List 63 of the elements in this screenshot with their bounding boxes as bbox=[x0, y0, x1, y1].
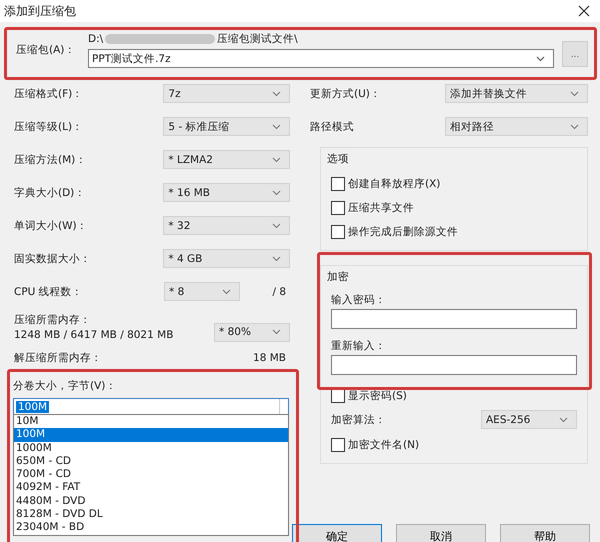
dropdown-option[interactable]: 4480M - DVD bbox=[14, 494, 288, 508]
checkbox-label: 加密文件名(N) bbox=[348, 438, 420, 452]
setting-label: 压缩等级(L)： bbox=[14, 120, 84, 134]
checkbox[interactable] bbox=[331, 225, 345, 239]
reenter-label: 重新输入： bbox=[331, 339, 387, 353]
setting-select[interactable]: * 32 bbox=[163, 216, 290, 235]
method-label: 加密算法： bbox=[331, 412, 386, 426]
setting-label: 字典大小(D)： bbox=[14, 186, 86, 200]
archive-label: 压缩包(A)： bbox=[16, 43, 76, 57]
volume-label: 分卷大小，字节(V)： bbox=[13, 379, 118, 393]
setting-label: 压缩格式(F)： bbox=[14, 86, 84, 100]
dialog-button[interactable]: 帮助 bbox=[500, 524, 590, 542]
dropdown-option[interactable]: 8128M - DVD DL bbox=[14, 508, 288, 522]
reenter-password-field[interactable] bbox=[331, 355, 577, 375]
checkbox[interactable] bbox=[331, 438, 345, 452]
checkbox[interactable] bbox=[331, 201, 345, 215]
browse-button[interactable]: ... bbox=[562, 41, 588, 67]
setting-select[interactable]: * 8 bbox=[164, 282, 240, 301]
setting-label: CPU 线程数： bbox=[14, 284, 84, 298]
memory-reading: 18 MB bbox=[253, 352, 287, 364]
password-label: 输入密码： bbox=[331, 293, 387, 307]
setting-select[interactable]: * 4 GB bbox=[163, 249, 290, 268]
dropdown-option[interactable]: 10M bbox=[14, 415, 288, 428]
window-title: 添加到压缩包 bbox=[4, 2, 76, 20]
setting-select[interactable]: 7z bbox=[163, 84, 290, 103]
ok-button[interactable]: 确定 bbox=[292, 524, 382, 542]
method-select[interactable]: AES-256 bbox=[481, 410, 577, 429]
setting-label: 单词大小(W)： bbox=[14, 218, 89, 232]
memory-detail: 1248 MB / 6417 MB / 8021 MB bbox=[14, 329, 174, 341]
group-title: 选项 bbox=[327, 152, 350, 166]
dialog-button[interactable]: 取消 bbox=[396, 524, 486, 542]
thread-total: / 8 bbox=[272, 286, 287, 298]
setting-label: 压缩方法(M)： bbox=[14, 152, 88, 166]
volume-combobox[interactable]: 100M bbox=[13, 398, 289, 415]
setting-label: 路径模式 bbox=[310, 120, 354, 134]
memory-select[interactable]: * 80% bbox=[214, 322, 290, 342]
archive-combobox[interactable]: PPT测试文件.7z bbox=[88, 49, 554, 68]
setting-label: 固实数据大小： bbox=[14, 252, 92, 266]
setting-label: 解压缩所需内存： bbox=[14, 351, 102, 365]
dropdown-option[interactable]: 100M bbox=[14, 428, 288, 442]
setting-label: 更新方式(U)： bbox=[310, 86, 381, 100]
setting-select[interactable]: * LZMA2 bbox=[163, 150, 290, 169]
group-title: 加密 bbox=[327, 270, 350, 284]
checkbox[interactable] bbox=[331, 389, 345, 403]
dropdown-option[interactable]: 23040M - BD bbox=[14, 521, 288, 535]
dropdown-option[interactable]: 650M - CD bbox=[14, 454, 288, 468]
checkbox-label: 显示密码(S) bbox=[348, 389, 407, 403]
close-icon[interactable] bbox=[578, 5, 590, 17]
checkbox-label: 创建自释放程序(X) bbox=[348, 177, 440, 191]
setting-select[interactable]: * 16 MB bbox=[163, 183, 290, 202]
path-mode-select[interactable]: 相对路径 bbox=[445, 117, 588, 136]
update-select[interactable]: 添加并替换文件 bbox=[445, 84, 588, 103]
checkbox-label: 压缩共享文件 bbox=[348, 201, 414, 215]
path-text: 压缩包测试文件\ bbox=[217, 32, 298, 46]
dropdown-option[interactable]: 4092M - FAT bbox=[14, 481, 288, 495]
setting-select[interactable]: 5 - 标准压缩 bbox=[163, 117, 290, 136]
password-field[interactable] bbox=[331, 309, 577, 329]
checkbox[interactable] bbox=[331, 177, 345, 191]
checkbox-label: 操作完成后删除源文件 bbox=[348, 225, 458, 239]
setting-label: 压缩所需内存： bbox=[14, 313, 92, 327]
dropdown-option[interactable]: 1000M bbox=[14, 442, 288, 455]
dropdown-option[interactable]: 700M - CD bbox=[14, 468, 288, 482]
path-text: D:\ bbox=[88, 33, 104, 45]
